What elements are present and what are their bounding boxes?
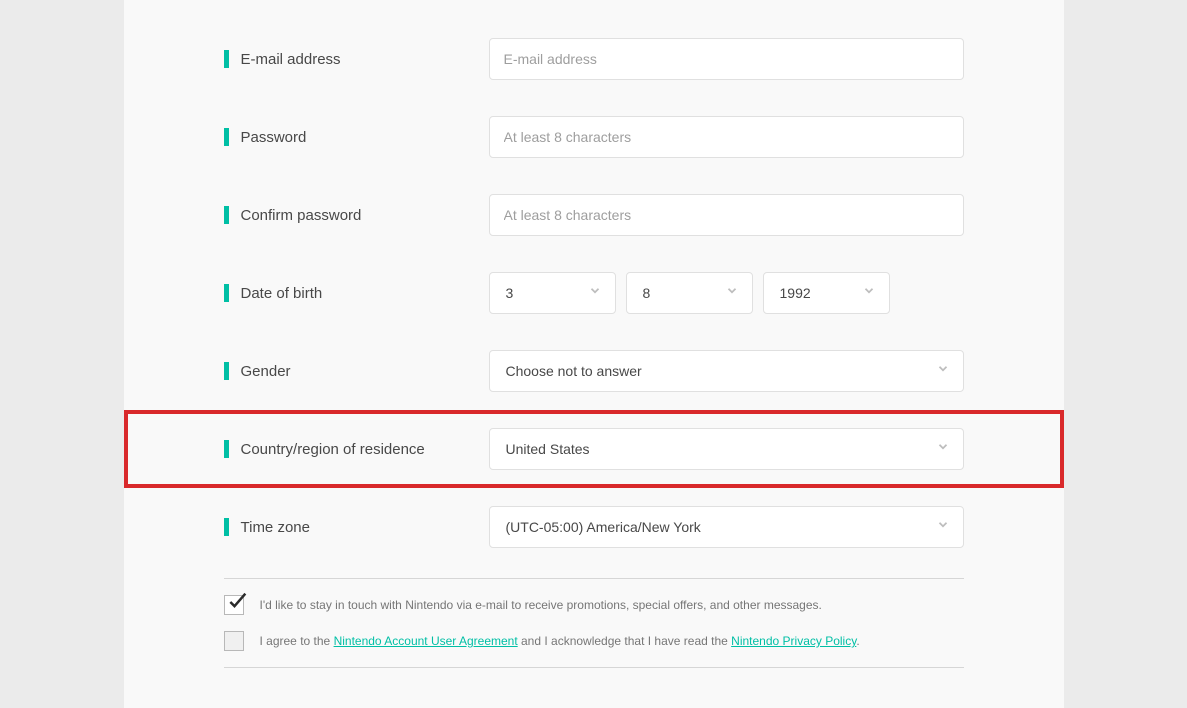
label-block-password: Password xyxy=(224,128,489,146)
label-block-confirm-password: Confirm password xyxy=(224,206,489,224)
controls-password xyxy=(489,116,964,158)
controls-email xyxy=(489,38,964,80)
dob-day-value: 8 xyxy=(626,272,753,314)
dob-year-select[interactable]: 1992 xyxy=(763,272,890,314)
label-block-email: E-mail address xyxy=(224,50,489,68)
controls-country: United States xyxy=(489,428,964,470)
timezone-value: (UTC-05:00) America/New York xyxy=(489,506,964,548)
divider xyxy=(224,578,964,579)
email-label: E-mail address xyxy=(241,51,341,68)
agreement-prefix: I agree to the xyxy=(260,634,334,648)
accent-bar-icon xyxy=(224,206,229,224)
dob-year-value: 1992 xyxy=(763,272,890,314)
gender-value: Choose not to answer xyxy=(489,350,964,392)
password-label: Password xyxy=(241,129,307,146)
row-password: Password xyxy=(124,98,1064,176)
row-confirm-password: Confirm password xyxy=(124,176,1064,254)
gender-select[interactable]: Choose not to answer xyxy=(489,350,964,392)
row-dob: Date of birth 3 8 1992 xyxy=(124,254,1064,332)
privacy-policy-link[interactable]: Nintendo Privacy Policy xyxy=(731,634,856,648)
row-gender: Gender Choose not to answer xyxy=(124,332,1064,410)
row-agreement-checkbox: I agree to the Nintendo Account User Agr… xyxy=(124,623,1064,659)
label-block-gender: Gender xyxy=(224,362,489,380)
label-block-country: Country/region of residence xyxy=(224,440,489,458)
accent-bar-icon xyxy=(224,128,229,146)
controls-timezone: (UTC-05:00) America/New York xyxy=(489,506,964,548)
controls-confirm-password xyxy=(489,194,964,236)
confirm-password-field[interactable] xyxy=(489,194,964,236)
newsletter-checkbox-label: I'd like to stay in touch with Nintendo … xyxy=(260,598,822,612)
label-block-dob: Date of birth xyxy=(224,284,489,302)
controls-dob: 3 8 1992 xyxy=(489,272,964,314)
gender-label: Gender xyxy=(241,363,291,380)
newsletter-checkbox[interactable] xyxy=(224,595,244,615)
form-container: E-mail address Password Confirm password xyxy=(124,0,1064,708)
label-block-timezone: Time zone xyxy=(224,518,489,536)
agreement-checkbox[interactable] xyxy=(224,631,244,651)
dob-month-value: 3 xyxy=(489,272,616,314)
dob-label: Date of birth xyxy=(241,285,323,302)
accent-bar-icon xyxy=(224,362,229,380)
row-newsletter-checkbox: I'd like to stay in touch with Nintendo … xyxy=(124,587,1064,623)
accent-bar-icon xyxy=(224,50,229,68)
agreement-checkbox-label: I agree to the Nintendo Account User Agr… xyxy=(260,634,860,648)
timezone-label: Time zone xyxy=(241,519,310,536)
user-agreement-link[interactable]: Nintendo Account User Agreement xyxy=(334,634,518,648)
controls-gender: Choose not to answer xyxy=(489,350,964,392)
form-card: E-mail address Password Confirm password xyxy=(124,20,1064,668)
dob-month-select[interactable]: 3 xyxy=(489,272,616,314)
confirm-password-label: Confirm password xyxy=(241,207,362,224)
accent-bar-icon xyxy=(224,284,229,302)
country-label: Country/region of residence xyxy=(241,441,425,458)
divider xyxy=(224,667,964,668)
row-timezone: Time zone (UTC-05:00) America/New York xyxy=(124,488,1064,566)
dob-day-select[interactable]: 8 xyxy=(626,272,753,314)
email-field[interactable] xyxy=(489,38,964,80)
agreement-mid: and I acknowledge that I have read the xyxy=(518,634,731,648)
row-email: E-mail address xyxy=(124,20,1064,98)
row-country: Country/region of residence United State… xyxy=(124,410,1064,488)
accent-bar-icon xyxy=(224,440,229,458)
agreement-suffix: . xyxy=(856,634,859,648)
password-field[interactable] xyxy=(489,116,964,158)
country-select[interactable]: United States xyxy=(489,428,964,470)
accent-bar-icon xyxy=(224,518,229,536)
country-value: United States xyxy=(489,428,964,470)
timezone-select[interactable]: (UTC-05:00) America/New York xyxy=(489,506,964,548)
